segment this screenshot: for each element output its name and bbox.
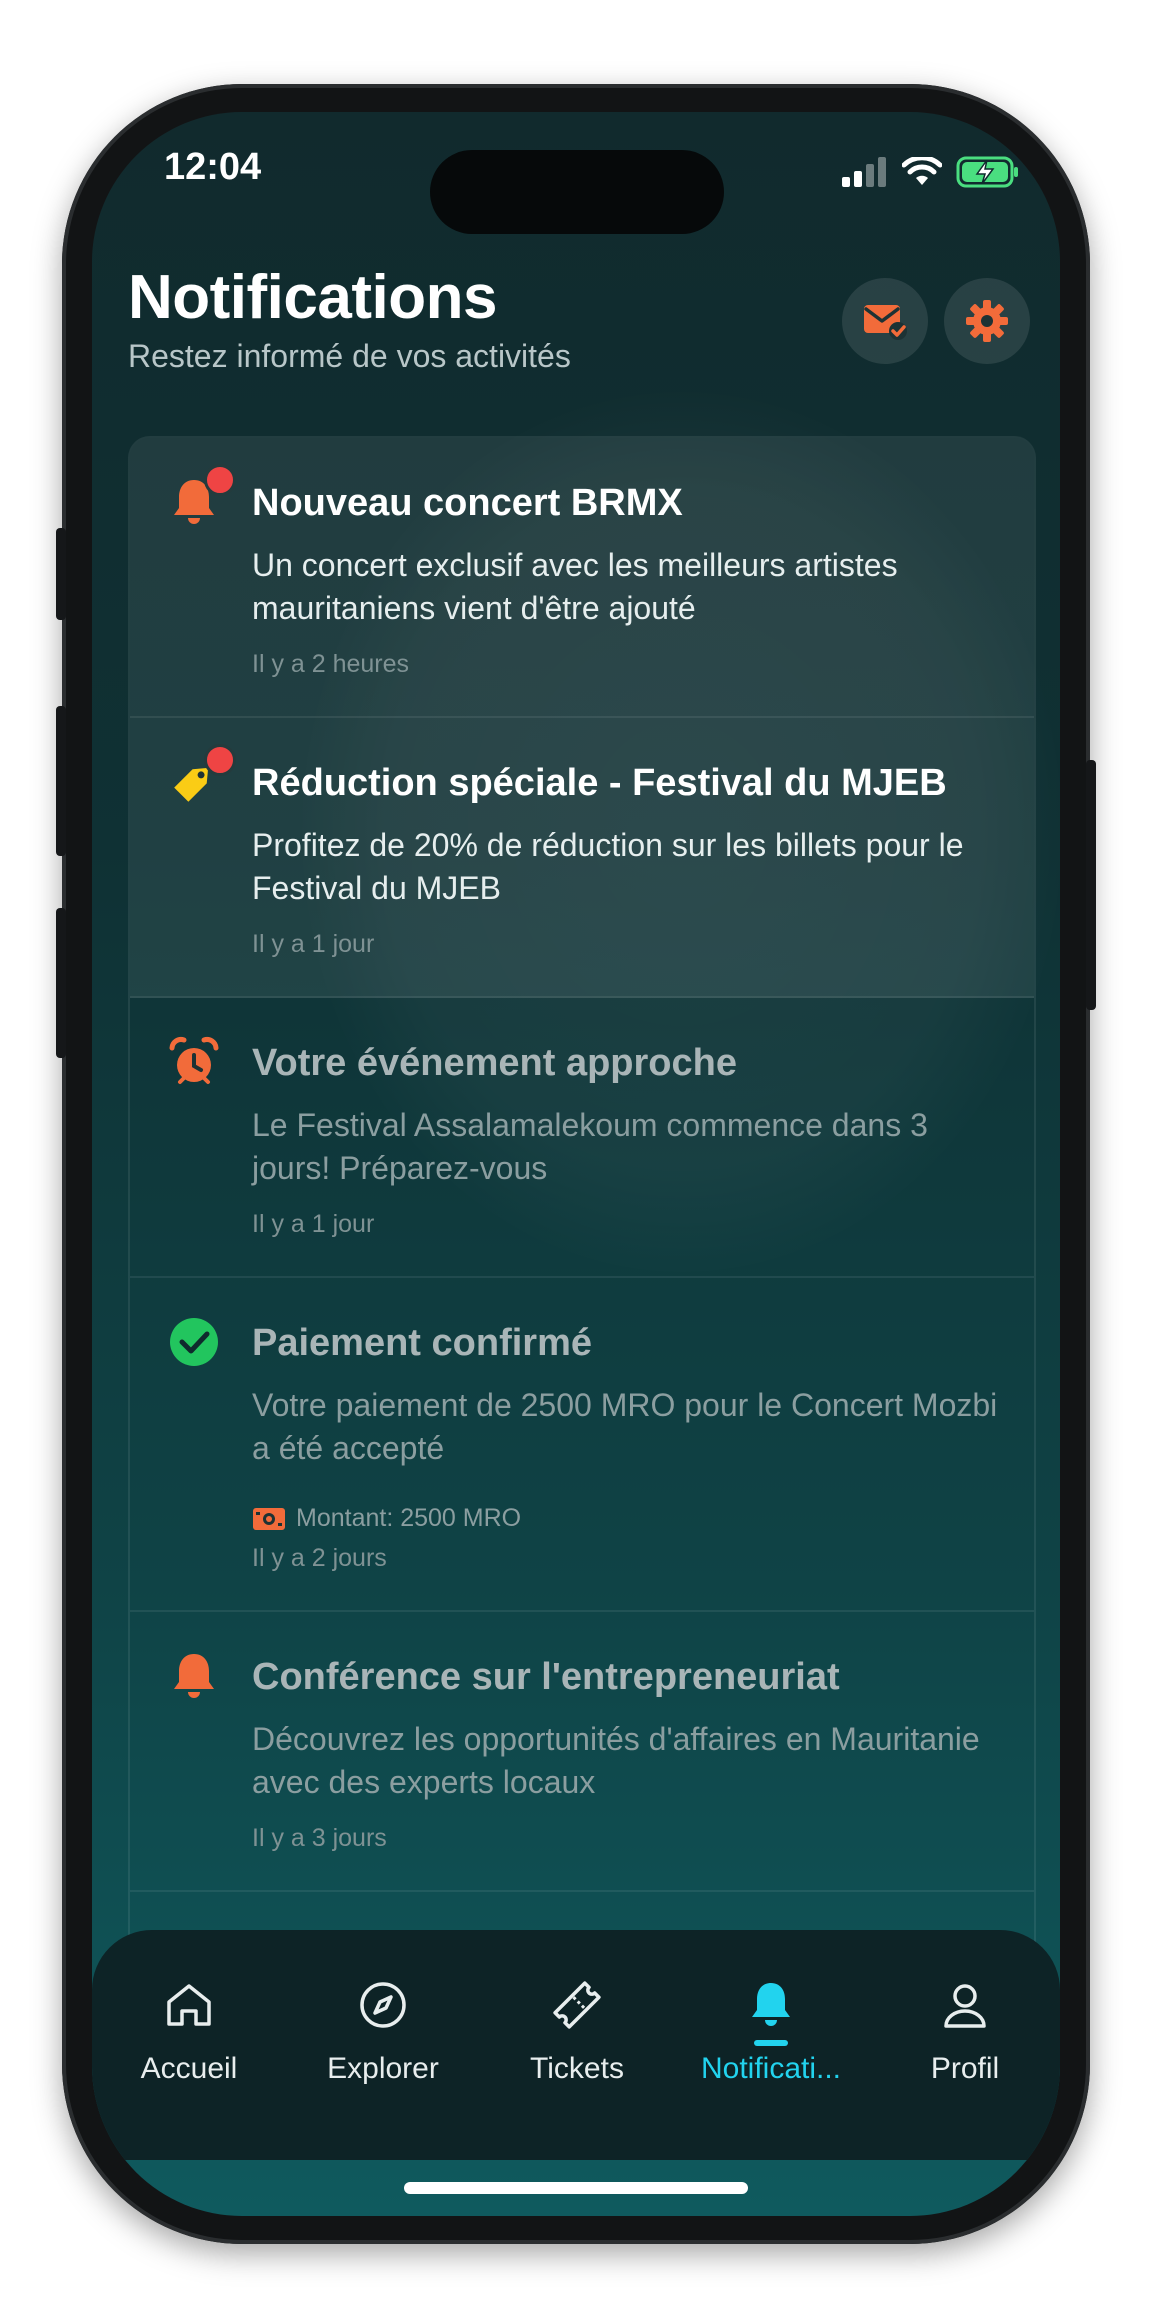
notification-card[interactable]: Réduction spéciale - Festival du MJEB Pr… xyxy=(130,718,1034,998)
unread-dot xyxy=(204,744,236,776)
notification-time: Il y a 2 heures xyxy=(252,650,410,678)
tab-label: Explorer xyxy=(327,2052,439,2085)
notification-card[interactable]: Votre événement approche Le Festival Ass… xyxy=(130,998,1034,1278)
mail-check-icon xyxy=(864,305,907,340)
payment-amount: Montant: 2500 MRO xyxy=(252,1504,521,1533)
bottom-tab-bar: Accueil Explorer Tickets Notificati... P… xyxy=(92,1930,1060,2160)
notification-time: Il y a 1 jour xyxy=(252,930,375,958)
notification-body: Profitez de 20% de réduction sur les bil… xyxy=(252,827,964,906)
status-bar: 12:04 xyxy=(92,112,1060,234)
dynamic-island xyxy=(430,150,724,234)
signal-icon xyxy=(842,157,886,187)
notification-card[interactable]: Conférence sur l'entrepreneuriat Découvr… xyxy=(130,1612,1034,1892)
money-icon xyxy=(253,1507,285,1530)
tab-label: Tickets xyxy=(530,2052,624,2085)
alarm-clock-icon xyxy=(169,1037,219,1084)
tab-tickets[interactable]: Tickets xyxy=(480,1970,674,2090)
wifi-icon xyxy=(902,157,942,185)
action-button xyxy=(56,528,66,620)
tab-notifications[interactable]: Notificati... xyxy=(674,1970,868,2090)
notification-card[interactable]: Nouveau concert BRMX Un concert exclusif… xyxy=(130,438,1034,718)
tab-label: Notificati... xyxy=(700,2052,842,2085)
tab-explorer[interactable]: Explorer xyxy=(286,1970,480,2090)
bell-icon xyxy=(752,1983,790,2026)
mark-all-read-button[interactable] xyxy=(842,278,928,364)
volume-down-button xyxy=(56,908,66,1058)
unread-dot xyxy=(204,464,236,496)
tab-label: Accueil xyxy=(140,2052,238,2085)
notification-title: Nouveau concert BRMX xyxy=(252,482,683,524)
compass-icon xyxy=(360,1982,406,2028)
page-title: Notifications xyxy=(128,263,497,332)
status-icons xyxy=(842,152,1020,192)
gear-icon xyxy=(966,300,1008,342)
settings-button[interactable] xyxy=(944,278,1030,364)
status-time: 12:04 xyxy=(164,146,262,188)
bell-icon xyxy=(174,1654,214,1698)
payment-amount-text: Montant: 2500 MRO xyxy=(296,1504,522,1532)
notification-title: Votre événement approche xyxy=(252,1042,738,1084)
active-tab-indicator xyxy=(754,2040,788,2046)
notification-list: Nouveau concert BRMX Un concert exclusif… xyxy=(128,436,1036,2098)
notification-time: Il y a 2 jours xyxy=(252,1544,387,1572)
tab-label: Profil xyxy=(930,2052,1000,2085)
home-indicator[interactable] xyxy=(404,2182,748,2194)
notification-time: Il y a 3 jours xyxy=(252,1824,387,1852)
battery-charging-icon xyxy=(956,156,1018,188)
notification-title: Paiement confirmé xyxy=(252,1322,592,1364)
notification-time: Il y a 1 jour xyxy=(252,1210,375,1238)
notification-title: Réduction spéciale - Festival du MJEB xyxy=(252,762,947,804)
notification-card[interactable]: Paiement confirmé Votre paiement de 2500… xyxy=(130,1278,1034,1612)
notification-body: Le Festival Assalamalekoum commence dans… xyxy=(252,1107,928,1186)
volume-up-button xyxy=(56,706,66,856)
power-button xyxy=(1086,760,1096,1010)
notification-body: Découvrez les opportunités d'affaires en… xyxy=(252,1721,980,1800)
notification-title: Conférence sur l'entrepreneuriat xyxy=(252,1656,840,1698)
notification-body: Un concert exclusif avec les meilleurs a… xyxy=(252,547,898,626)
tab-accueil[interactable]: Accueil xyxy=(92,1970,286,2090)
phone-screen: 12:04 Notifications Restez informé de vo… xyxy=(92,112,1060,2216)
user-icon xyxy=(944,1984,986,2028)
page-subtitle: Restez informé de vos activités xyxy=(128,338,571,374)
notification-body: Votre paiement de 2500 MRO pour le Conce… xyxy=(252,1387,998,1466)
ticket-icon xyxy=(553,1981,601,2029)
home-icon xyxy=(167,1984,211,2026)
tab-profil[interactable]: Profil xyxy=(868,1970,1060,2090)
check-circle-icon xyxy=(170,1318,218,1366)
